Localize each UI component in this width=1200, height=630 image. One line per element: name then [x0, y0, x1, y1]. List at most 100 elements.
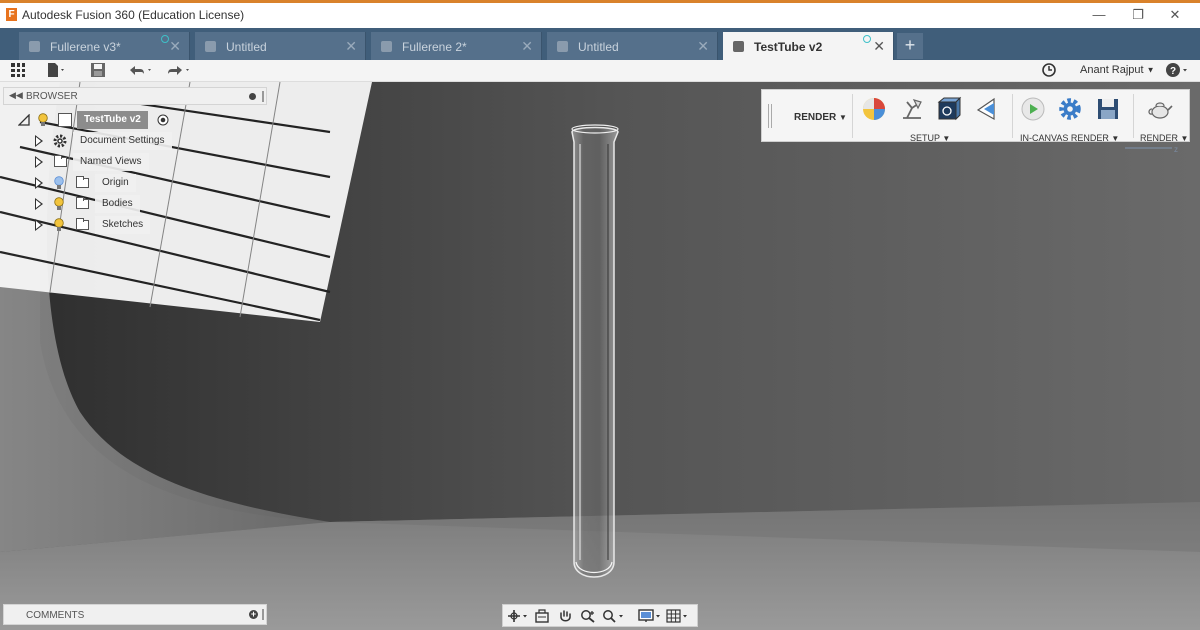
undo-icon[interactable]: [126, 62, 154, 80]
application-bar: Anant Rajput ▼ ?: [0, 60, 1200, 82]
expand-arrow-icon[interactable]: [35, 198, 43, 210]
browser-resize-handle[interactable]: [262, 91, 264, 102]
cube-icon: [733, 41, 744, 52]
browser-item-label: Document Settings: [73, 132, 172, 150]
tab-testtube-v2[interactable]: TestTube v2 ✕: [723, 32, 894, 60]
activate-radio-icon[interactable]: [157, 114, 169, 126]
browser-root-label[interactable]: TestTube v2: [77, 111, 148, 129]
title-bar: F Autodesk Fusion 360 (Education License…: [0, 0, 1200, 28]
user-menu[interactable]: Anant Rajput ▼: [1080, 64, 1155, 76]
setup-group-label: SETUP: [910, 133, 940, 143]
in-canvas-render-group-label: IN-CANVAS RENDER: [1020, 133, 1109, 143]
toolbar-grip-handle[interactable]: [768, 104, 772, 128]
sync-status-icon: [863, 35, 871, 43]
close-tab-icon[interactable]: ✕: [169, 38, 181, 55]
fit-icon[interactable]: [602, 609, 628, 623]
tab-label: Fullerene v3*: [50, 40, 121, 54]
document-tab-bar: Fullerene v3* ✕ Untitled ✕ Fullerene 2* …: [0, 28, 1200, 60]
3d-canvas[interactable]: z: [0, 82, 1200, 630]
render-toolbar: RENDER ▼ SETUP ▼ IN-CANVAS RENDER ▼ REND…: [761, 89, 1190, 143]
expand-arrow-icon[interactable]: [35, 219, 43, 231]
svg-text:z: z: [1174, 145, 1178, 154]
visibility-bulb-icon[interactable]: [54, 218, 64, 232]
restore-button[interactable]: ❐: [1125, 5, 1151, 25]
render-group-menu[interactable]: RENDER ▼: [1140, 133, 1188, 143]
look-at-icon[interactable]: [534, 609, 550, 623]
expand-arrow-icon[interactable]: [35, 177, 43, 189]
browser-item-named-views[interactable]: Named Views: [34, 153, 164, 171]
browser-item-document-settings[interactable]: Document Settings: [34, 132, 174, 150]
svg-text:?: ?: [1170, 66, 1176, 77]
save-icon[interactable]: [90, 62, 106, 80]
texture-map-icon[interactable]: [936, 96, 962, 122]
browser-options-icon[interactable]: [249, 93, 256, 100]
grid-settings-icon[interactable]: [666, 609, 692, 623]
workspace-switcher[interactable]: RENDER ▼: [794, 112, 847, 123]
browser-item-origin[interactable]: Origin: [34, 174, 154, 192]
visibility-bulb-icon[interactable]: [38, 113, 48, 127]
close-window-button[interactable]: ✕: [1162, 5, 1188, 25]
tab-label: Fullerene 2*: [402, 40, 467, 54]
expand-arrow-icon[interactable]: [35, 135, 43, 147]
browser-root-row[interactable]: TestTube v2: [18, 111, 178, 129]
in-canvas-render-group-menu[interactable]: IN-CANVAS RENDER ▼: [1020, 133, 1119, 143]
visibility-bulb-icon[interactable]: [54, 176, 64, 190]
redo-icon[interactable]: [164, 62, 192, 80]
sync-status-icon: [161, 35, 169, 43]
test-tube-model: [571, 124, 619, 578]
setup-group-menu[interactable]: SETUP ▼: [910, 133, 950, 143]
close-tab-icon[interactable]: ✕: [697, 38, 709, 55]
in-canvas-render-icon[interactable]: [1020, 96, 1046, 122]
browser-item-label: Origin: [95, 174, 136, 192]
close-tab-icon[interactable]: ✕: [345, 38, 357, 55]
pan-icon[interactable]: [557, 609, 573, 623]
zoom-icon[interactable]: [580, 609, 596, 623]
browser-panel-header[interactable]: ◀◀ BROWSER: [3, 87, 267, 105]
cube-icon: [29, 41, 40, 52]
decal-icon[interactable]: [974, 96, 1000, 122]
tab-fullerene-v3[interactable]: Fullerene v3* ✕: [19, 32, 190, 60]
help-icon[interactable]: ?: [1165, 62, 1191, 80]
gear-icon: [53, 134, 67, 148]
tab-label: Untitled: [226, 40, 267, 54]
close-tab-icon[interactable]: ✕: [873, 38, 885, 55]
comments-resize-handle[interactable]: [262, 609, 264, 620]
cube-icon: [381, 41, 392, 52]
folder-icon: [76, 197, 89, 209]
tab-untitled-1[interactable]: Untitled ✕: [195, 32, 366, 60]
grid-icon[interactable]: [11, 63, 25, 77]
file-icon[interactable]: [46, 62, 66, 80]
orbit-icon[interactable]: [507, 609, 529, 623]
fusion-logo-icon: F: [6, 8, 17, 21]
display-settings-icon[interactable]: [638, 609, 664, 623]
browser-item-bodies[interactable]: Bodies: [34, 195, 154, 213]
teapot-render-icon[interactable]: [1147, 96, 1173, 122]
tab-fullerene-2[interactable]: Fullerene 2* ✕: [371, 32, 542, 60]
comments-title: COMMENTS: [26, 610, 85, 621]
browser-item-label: Sketches: [95, 216, 151, 234]
component-icon: [58, 113, 72, 127]
add-comment-icon[interactable]: +: [249, 610, 258, 619]
browser-item-sketches[interactable]: Sketches: [34, 216, 164, 234]
visibility-bulb-icon[interactable]: [54, 197, 64, 211]
minimize-button[interactable]: —: [1086, 5, 1112, 25]
render-settings-icon[interactable]: [1057, 96, 1083, 122]
cube-icon: [205, 41, 216, 52]
collapse-browser-icon[interactable]: ◀◀: [9, 90, 23, 101]
tab-untitled-2[interactable]: Untitled ✕: [547, 32, 718, 60]
scene-settings-icon[interactable]: [899, 96, 925, 122]
browser-item-label: Bodies: [95, 195, 140, 213]
cube-icon: [557, 41, 568, 52]
tab-label: Untitled: [578, 40, 619, 54]
appearance-icon[interactable]: [861, 96, 887, 122]
window-title: Autodesk Fusion 360 (Education License): [22, 8, 245, 22]
folder-icon: [76, 176, 89, 188]
expand-triangle-icon[interactable]: [18, 114, 30, 126]
comments-panel[interactable]: COMMENTS +: [3, 604, 267, 625]
close-tab-icon[interactable]: ✕: [521, 38, 533, 55]
new-tab-button[interactable]: +: [897, 33, 923, 59]
clock-icon[interactable]: [1041, 62, 1057, 80]
folder-icon: [54, 155, 67, 167]
expand-arrow-icon[interactable]: [35, 156, 43, 168]
capture-image-icon[interactable]: [1095, 96, 1121, 122]
